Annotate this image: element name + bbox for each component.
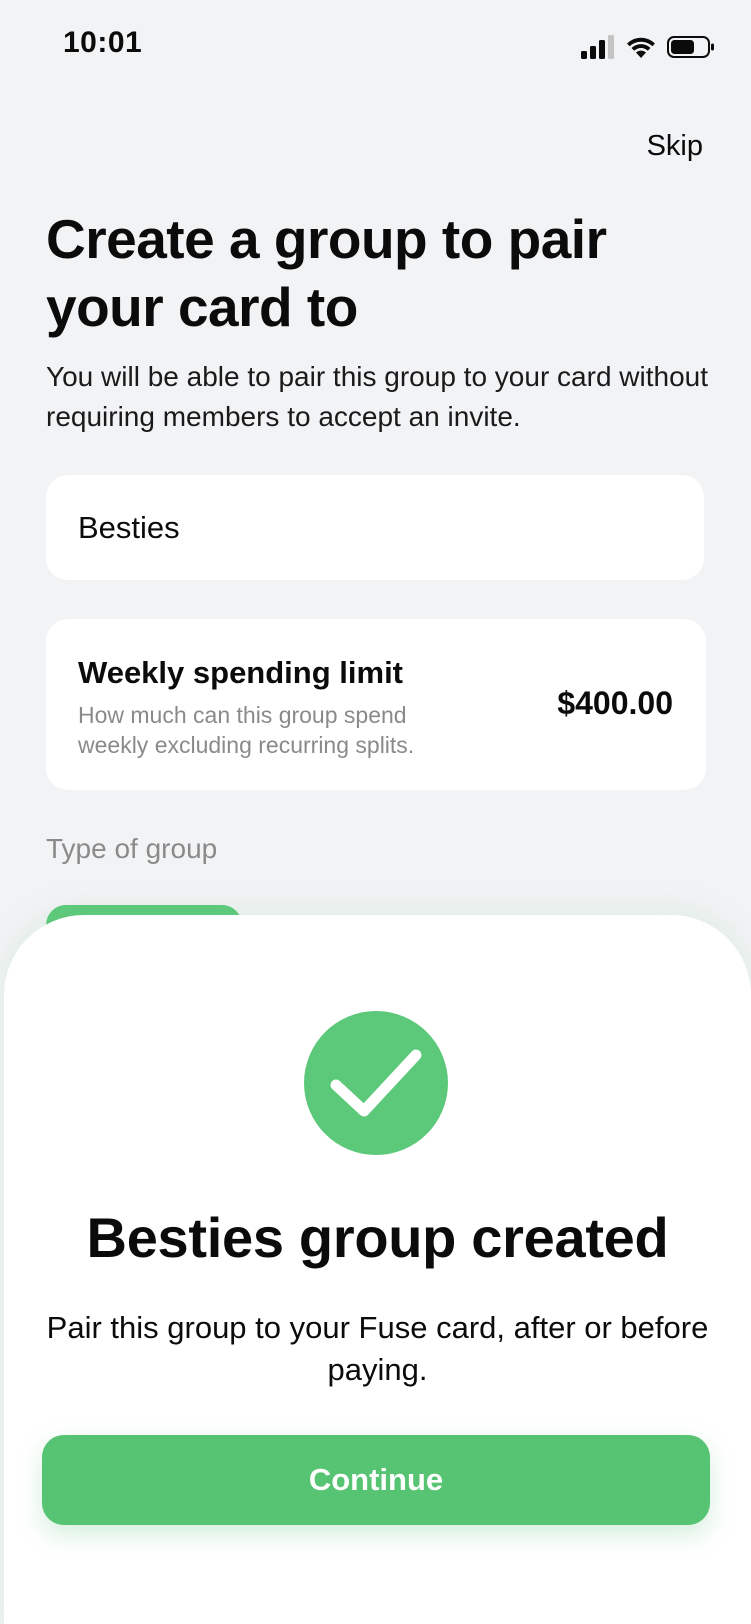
spending-limit-card[interactable]: Weekly spending limit How much can this … (46, 619, 706, 790)
modal-title: Besties group created (86, 1206, 669, 1269)
checkmark-icon (304, 1011, 448, 1155)
screen: 10:01 Skip Create a group to pair your c… (0, 0, 751, 1624)
signal-icon (581, 35, 614, 59)
spending-limit-description: How much can this group spend weekly exc… (78, 702, 415, 758)
status-icons (579, 34, 715, 60)
page-subtitle: You will be able to pair this group to y… (46, 361, 709, 432)
group-type-label: Type of group (46, 833, 218, 864)
status-time: 10:01 (63, 26, 143, 59)
spending-limit-title: Weekly spending limit (78, 655, 404, 690)
spending-limit-value[interactable]: $400.00 (557, 685, 673, 722)
modal-message: Pair this group to your Fuse card, after… (46, 1310, 709, 1387)
wifi-icon (627, 37, 655, 58)
success-modal: Besties group created Pair this group to… (4, 915, 751, 1624)
skip-link[interactable]: Skip (647, 130, 703, 163)
battery-icon (667, 36, 714, 58)
status-bar: 10:01 (0, 0, 751, 90)
group-name-input[interactable] (46, 475, 704, 580)
page-title: Create a group to pair your card to (46, 208, 607, 338)
continue-button[interactable]: Continue (42, 1435, 710, 1525)
